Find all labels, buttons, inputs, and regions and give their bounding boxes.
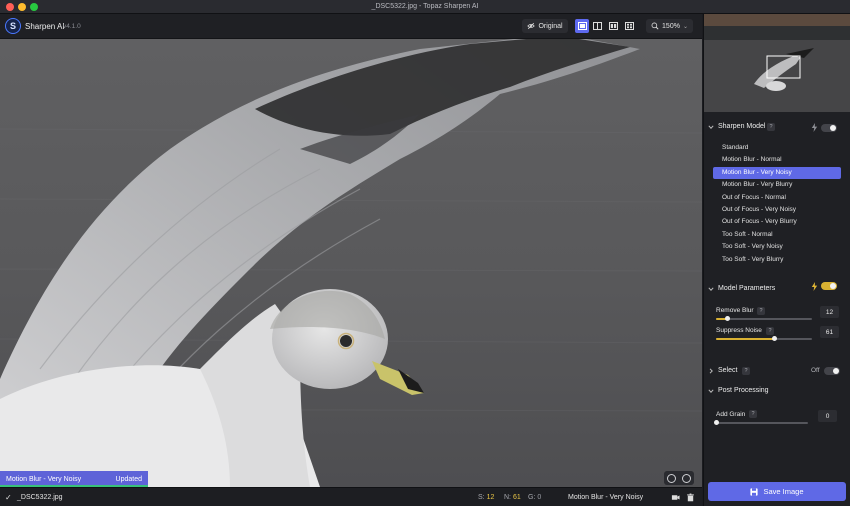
navigator-preview [704,14,850,112]
status-model-name: Motion Blur - Very Noisy [6,475,82,483]
remove-blur-label: Remove Blur [716,307,754,314]
select-title: Select [718,367,738,374]
window-titlebar: _DSC5322.jpg - Topaz Sharpen AI [0,0,850,14]
sharpen-model-toggle[interactable] [821,124,837,132]
view-split-button[interactable] [590,19,604,33]
suppress-noise-slider[interactable] [716,336,812,341]
post-processing-header[interactable]: Post Processing [704,386,850,398]
chevron-down-icon: ⌄ [682,23,688,30]
help-icon[interactable]: ? [742,367,750,375]
preview-icon[interactable] [671,493,680,502]
app-name: Sharpen AI [25,22,65,31]
remove-blur-handle[interactable] [725,316,731,321]
window-title: _DSC5322.jpg - Topaz Sharpen AI [371,3,479,10]
suppress-noise-value[interactable]: 61 [820,326,839,338]
close-window-button[interactable] [6,3,14,11]
bottom-model-name: Motion Blur - Very Noisy [568,494,644,501]
save-icon [750,487,759,496]
view-single-button[interactable] [575,19,589,33]
processing-status-chip: Motion Blur - Very Noisy Updated [0,471,148,487]
help-icon[interactable]: ? [767,123,775,131]
side-by-side-icon [608,22,618,30]
status-state: Updated [115,475,142,483]
model-item-8[interactable]: Too Soft - Very Noisy [713,241,841,253]
save-image-label: Save Image [763,487,804,496]
window-controls [6,3,38,11]
zoom-value: 150% [662,22,680,30]
select-toggle[interactable] [824,367,840,375]
help-icon[interactable]: ? [757,307,765,315]
view-quad-button[interactable] [622,19,636,33]
model-item-9[interactable]: Too Soft - Very Blurry [713,254,841,266]
model-item-4[interactable]: Out of Focus - Normal [713,192,841,204]
eye-off-icon [527,22,536,30]
zoom-dropdown[interactable]: 150% ⌄ [646,19,693,33]
single-view-icon [577,22,587,30]
minimize-window-button[interactable] [18,3,26,11]
original-toggle-button[interactable]: Original [522,19,568,33]
model-item-6[interactable]: Out of Focus - Very Blurry [713,216,841,228]
add-grain-handle[interactable] [713,420,719,425]
model-item-3[interactable]: Motion Blur - Very Blurry [713,179,841,191]
sharpen-model-title: Sharpen Model [718,123,766,130]
post-processing-title: Post Processing [718,387,769,394]
chevron-down-icon [708,287,714,291]
suppress-noise-label: Suppress Noise [716,327,762,334]
smiley-icon[interactable] [682,473,691,483]
select-state-label: Off [811,367,820,374]
quad-view-icon [624,22,634,30]
model-parameters-title: Model Parameters [718,285,776,292]
app-version: v4.1.0 [63,23,81,30]
right-panel: Sharpen Model ? Standard Motion Blur - N… [703,14,850,506]
smiley-icon[interactable] [667,473,676,483]
remove-blur-value[interactable]: 12 [820,306,839,318]
model-parameters-auto-toggle[interactable] [821,282,837,290]
seagull-photo [0,39,702,487]
model-item-2[interactable]: Motion Blur - Very Noisy [713,166,841,180]
model-item-7[interactable]: Too Soft - Normal [713,229,841,241]
stat-noise: N: 61 [504,494,521,501]
suppress-noise-handle[interactable] [772,336,778,341]
chevron-down-icon [708,389,714,393]
stat-sharpen: S: 12 [478,494,495,501]
model-parameters-header[interactable]: Model Parameters [704,282,850,296]
compare-controls [664,471,694,485]
help-icon[interactable]: ? [766,327,774,335]
zoom-icon [651,22,659,30]
original-label: Original [538,22,563,30]
model-item-0[interactable]: Standard [713,142,841,154]
image-canvas[interactable]: Motion Blur - Very Noisy Updated [0,39,702,487]
stat-grain: G: 0 [528,494,542,501]
add-grain-label: Add Grain [716,411,746,418]
model-item-1[interactable]: Motion Blur - Normal [713,154,841,166]
maximize-window-button[interactable] [30,3,38,11]
model-item-5[interactable]: Out of Focus - Very Noisy [713,204,841,216]
select-header[interactable]: Select ? Off [704,366,850,378]
sharpen-model-list: Standard Motion Blur - Normal Motion Blu… [713,142,841,266]
save-image-button[interactable]: Save Image [708,482,846,501]
chevron-right-icon [709,368,713,374]
chevron-down-icon [708,125,714,129]
add-grain-value[interactable]: 0 [818,410,837,422]
navigator-thumbnail[interactable] [704,14,850,112]
trash-icon[interactable] [686,493,695,502]
view-side-by-side-button[interactable] [606,19,620,33]
auto-bolt-icon[interactable] [811,282,818,291]
remove-blur-slider[interactable] [716,316,812,321]
sharpen-logo-icon: S [5,18,21,34]
check-icon[interactable]: ✓ [5,493,12,502]
add-grain-slider[interactable] [713,420,808,425]
app-toolbar: S Sharpen AI v4.1.0 Original 150% ⌄ [0,14,702,39]
help-icon[interactable]: ? [749,410,757,418]
bottom-status-bar: ✓ _DSC5322.jpg S: 12 N: 61 G: 0 Motion B… [0,487,702,506]
auto-bolt-icon[interactable] [811,123,818,132]
suppress-noise-fill [716,338,775,340]
split-view-icon [592,22,602,30]
sharpen-model-header[interactable]: Sharpen Model ? [704,122,850,134]
file-name: _DSC5322.jpg [17,494,63,501]
